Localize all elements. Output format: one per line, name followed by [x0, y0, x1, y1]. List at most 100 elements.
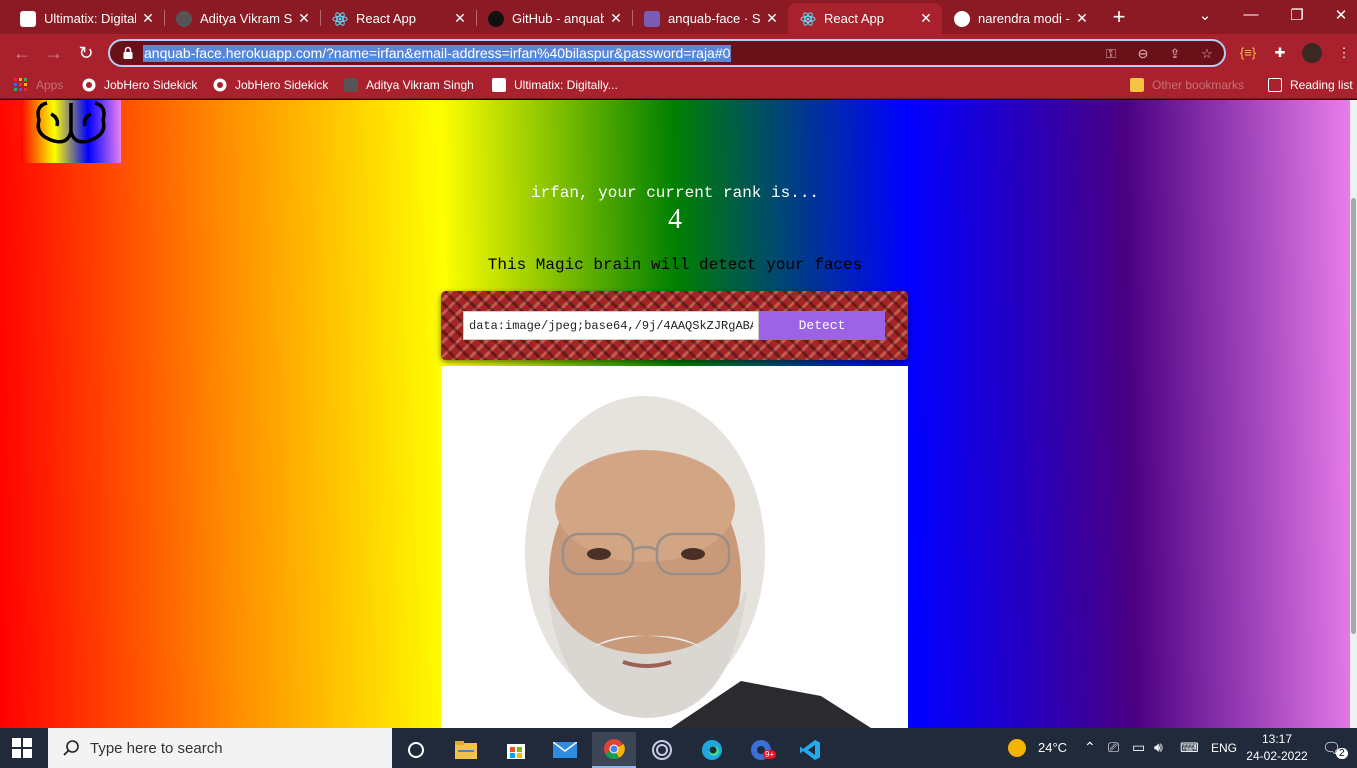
notification-count: 2 — [1336, 748, 1348, 759]
tab-strip: Ultimatix: Digitall ✕ Aditya Vikram Sin … — [0, 0, 1357, 34]
tab-label: Aditya Vikram Sin — [200, 11, 292, 26]
brain-icon — [36, 101, 106, 144]
page-scrollbar[interactable] — [1350, 100, 1357, 728]
avatar-favicon-icon — [176, 10, 192, 27]
reload-icon[interactable]: ↻ — [74, 41, 98, 65]
file-explorer-icon[interactable] — [444, 732, 488, 768]
task-view-icon[interactable] — [394, 732, 438, 768]
tab-search-icon[interactable]: ⌄ — [1190, 6, 1220, 24]
close-icon[interactable]: ✕ — [764, 10, 780, 27]
close-icon[interactable]: ✕ — [296, 10, 312, 27]
mail-icon[interactable] — [543, 732, 587, 768]
image-url-input[interactable] — [463, 311, 759, 340]
vscode-icon[interactable] — [788, 732, 832, 768]
portrait-photo — [441, 366, 908, 728]
close-icon[interactable]: ✕ — [918, 10, 934, 27]
tab-label: React App — [824, 11, 884, 26]
key-icon[interactable]: ⚿ — [1102, 45, 1120, 63]
edge-icon[interactable] — [690, 732, 734, 768]
scrollbar-thumb[interactable] — [1351, 198, 1356, 634]
tab-ultimatix[interactable]: Ultimatix: Digitall ✕ — [8, 3, 164, 34]
tagline: This Magic brain will detect your faces — [487, 256, 863, 274]
battery-icon[interactable]: ▭ — [1132, 739, 1145, 756]
taskbar-search[interactable]: Type here to search — [48, 728, 392, 768]
heroku-favicon-icon — [644, 10, 660, 27]
new-tab-button[interactable]: + — [1108, 6, 1130, 28]
page-content: irfan, your current rank is... 4 This Ma… — [0, 100, 1357, 728]
reading-list[interactable]: Reading list — [1268, 76, 1353, 94]
temperature[interactable]: 24°C — [1038, 740, 1067, 755]
share-icon[interactable]: ⇪ — [1166, 45, 1184, 63]
chrome-icon[interactable] — [592, 732, 636, 768]
reading-list-label: Reading list — [1290, 78, 1353, 92]
url-text[interactable]: anquab-face.herokuapp.com/?name=irfan&em… — [143, 45, 732, 62]
menu-icon[interactable]: ⋮ — [1334, 43, 1354, 63]
tata-icon — [492, 78, 506, 92]
bookmark-ultimatix[interactable]: Ultimatix: Digitally... — [492, 76, 618, 94]
image-link-form: Detect — [441, 291, 908, 360]
meet-now-icon[interactable]: ⎚ — [1108, 739, 1119, 756]
keyboard-icon[interactable]: ⌨ — [1180, 740, 1199, 756]
jobhero-icon — [82, 78, 96, 92]
tab-aditya[interactable]: Aditya Vikram Sin ✕ — [164, 3, 320, 34]
cortana-app-icon[interactable] — [640, 732, 684, 768]
volume-icon[interactable]: 🔊︎ — [1154, 739, 1163, 756]
minimize-icon[interactable]: — — [1236, 6, 1266, 23]
tab-label: Ultimatix: Digitall — [44, 11, 136, 26]
lock-icon[interactable] — [120, 45, 136, 61]
apps-grid-icon — [14, 78, 27, 91]
tab-label: GitHub - anquab — [512, 11, 604, 26]
other-bookmarks[interactable]: Other bookmarks — [1130, 76, 1244, 94]
bookmark-label: Apps — [36, 78, 64, 92]
close-icon[interactable]: ✕ — [452, 10, 468, 27]
rank-message: irfan, your current rank is... — [530, 184, 820, 202]
bookmark-label: Ultimatix: Digitally... — [514, 78, 618, 92]
tab-google-search[interactable]: narendra modi - ✕ — [942, 3, 1098, 34]
json-viewer-extension-icon[interactable]: {≡} — [1238, 43, 1258, 63]
back-icon[interactable]: ← — [10, 41, 34, 65]
bookmark-jobhero-2[interactable]: JobHero Sidekick — [213, 76, 328, 94]
clock-date[interactable]: 24-02-2022 — [1242, 749, 1312, 763]
zoom-icon[interactable]: ⊖ — [1134, 45, 1152, 63]
rank-value: 4 — [668, 204, 682, 235]
search-placeholder: Type here to search — [90, 739, 223, 757]
restore-icon[interactable]: ❐ — [1282, 6, 1312, 24]
tab-label: React App — [356, 11, 416, 26]
microsoft-store-icon[interactable] — [494, 732, 538, 768]
close-icon[interactable]: ✕ — [140, 10, 156, 27]
extensions-icon[interactable]: ✚ — [1270, 43, 1290, 63]
google-favicon-icon — [954, 10, 970, 27]
edge-dev-icon[interactable]: 9+ — [739, 732, 783, 768]
windows-start-icon[interactable] — [12, 738, 32, 758]
tab-react-app-1[interactable]: React App ✕ — [320, 3, 476, 34]
bookmark-jobhero-1[interactable]: JobHero Sidekick — [82, 76, 197, 94]
show-hidden-icons-icon[interactable]: ⌃ — [1084, 739, 1096, 756]
react-favicon-icon — [332, 11, 348, 26]
language-indicator[interactable]: ENG — [1211, 741, 1237, 755]
forward-icon[interactable]: → — [42, 41, 66, 65]
bookmark-apps[interactable]: Apps — [14, 76, 63, 94]
close-icon[interactable]: ✕ — [608, 10, 624, 27]
tab-label: narendra modi - — [978, 11, 1070, 26]
tab-github[interactable]: GitHub - anquab ✕ — [476, 3, 632, 34]
folder-icon — [1130, 78, 1144, 92]
close-icon[interactable]: ✕ — [1074, 10, 1090, 27]
close-window-icon[interactable]: ✕ — [1326, 6, 1356, 24]
tab-react-app-active[interactable]: React App ✕ — [788, 3, 942, 34]
other-bookmarks-label: Other bookmarks — [1152, 78, 1245, 92]
clock-time[interactable]: 13:17 — [1250, 732, 1304, 746]
jobhero-icon — [213, 78, 227, 92]
brain-logo[interactable] — [21, 100, 121, 163]
bookmark-star-icon[interactable]: ☆ — [1198, 45, 1216, 63]
reading-list-icon — [1268, 78, 1282, 92]
tab-heroku[interactable]: anquab-face · Se ✕ — [632, 3, 788, 34]
detect-button[interactable]: Detect — [759, 311, 885, 340]
bookmark-aditya[interactable]: Aditya Vikram Singh — [344, 76, 474, 94]
windows-taskbar: Type here to search 9+ 24°C ⌃ ⎚ ▭ 🔊︎ ⌨ E… — [0, 728, 1357, 768]
address-bar[interactable]: anquab-face.herokuapp.com/?name=irfan&em… — [108, 39, 1226, 67]
weather-sun-icon[interactable] — [1008, 739, 1026, 757]
bookmark-label: JobHero Sidekick — [104, 78, 198, 92]
face-image — [441, 366, 908, 728]
tab-label: anquab-face · Se — [668, 11, 760, 26]
profile-avatar-icon[interactable] — [1302, 43, 1322, 63]
